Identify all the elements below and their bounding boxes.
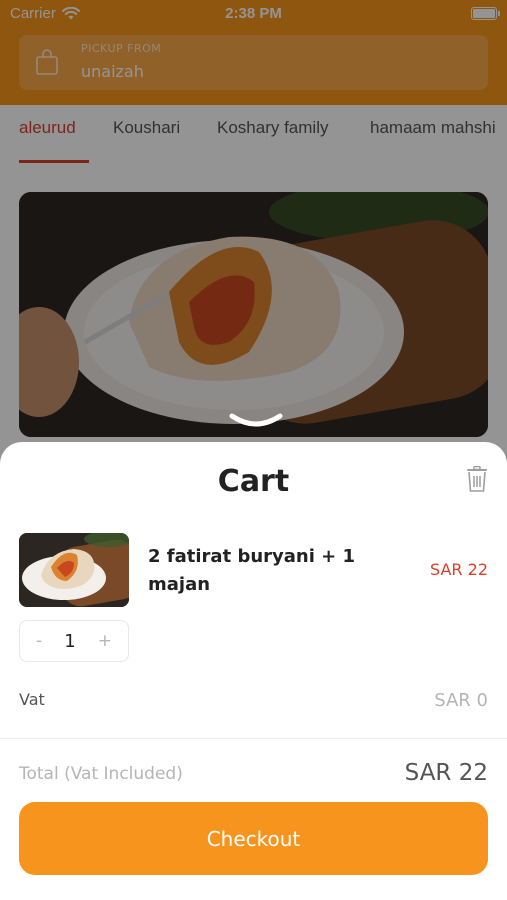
quantity-stepper: - 1 + [19, 620, 129, 662]
cart-item-price: SAR 22 [430, 560, 488, 579]
total-label: Total (Vat Included) [19, 764, 183, 784]
chevron-down-icon[interactable] [229, 412, 283, 430]
decrease-quantity-button[interactable]: - [36, 631, 42, 651]
increase-quantity-button[interactable]: + [98, 631, 112, 651]
cart-sheet: Cart 2 fatirat buryani + 1 majan SAR 22 [0, 442, 507, 900]
trash-icon[interactable] [466, 466, 488, 492]
vat-label: Vat [19, 690, 45, 709]
quantity-value: 1 [64, 630, 76, 652]
total-vat-note: (Vat Included) [64, 764, 183, 784]
cart-title: Cart [217, 464, 290, 499]
checkout-button[interactable]: Checkout [19, 802, 488, 875]
cart-item-name: 2 fatirat buryani + 1 majan [148, 546, 356, 595]
total-value: SAR 22 [404, 760, 488, 786]
vat-value: SAR 0 [434, 690, 488, 711]
cart-item-image [19, 533, 129, 607]
divider [0, 738, 507, 739]
total-label-text: Total [19, 764, 59, 784]
restaurant-app: Carrier 2:38 PM PICKUP FROM unaizah aleu… [0, 0, 507, 900]
